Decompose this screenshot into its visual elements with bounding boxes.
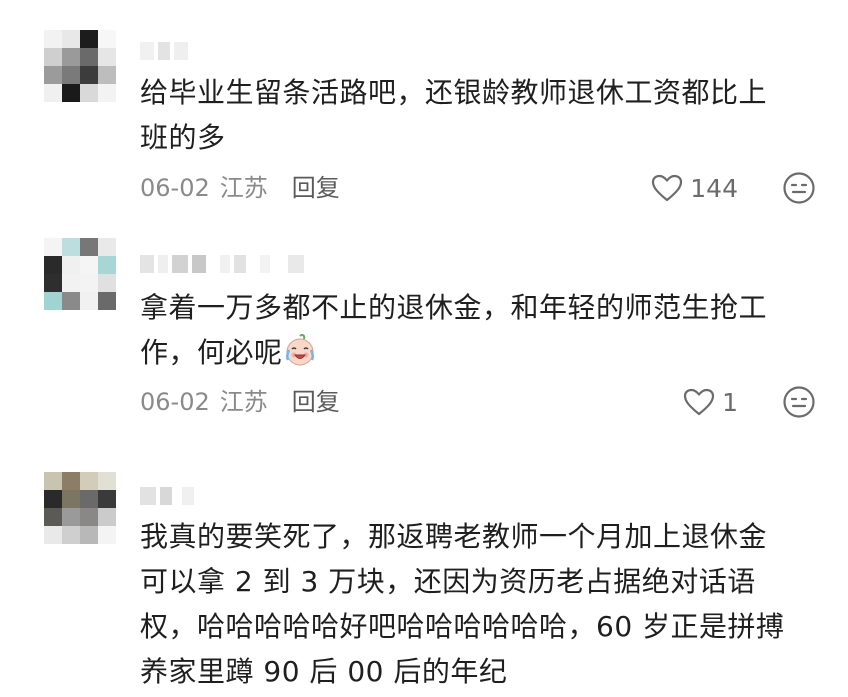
like-count: 144: [690, 173, 738, 203]
avatar[interactable]: [44, 238, 116, 310]
comment-text-line: 权，哈哈哈哈哈好吧哈哈哈哈哈哈，60 岁正是拼搏: [140, 610, 785, 643]
crying-laughing-emoji: [285, 334, 314, 366]
comment-date: 06-02: [140, 388, 210, 416]
comment-text-line: 我真的要笑死了，那返聘老教师一个月加上退休金: [140, 520, 768, 553]
comment-location: 江苏: [219, 174, 268, 202]
comment-text-line: 拿着一万多都不止的退休金，和年轻的师范生抢工: [140, 291, 768, 324]
emoji-face-icon[interactable]: [782, 385, 816, 419]
comment-text-line: 作，何必呢: [140, 330, 820, 375]
comment-text-line: 养家里蹲 90 后 00 后的年纪: [140, 655, 508, 688]
comment-text: 给毕业生留条活路吧，还银龄教师退休工资都比上 班的多: [140, 70, 820, 160]
avatar[interactable]: [44, 30, 116, 102]
reply-button[interactable]: 回复: [292, 171, 340, 205]
comment-date: 06-02: [140, 174, 210, 202]
comment-text: 拿着一万多都不止的退休金，和年轻的师范生抢工 作，何必呢: [140, 285, 820, 375]
comment-text: 我真的要笑死了，那返聘老教师一个月加上退休金 可以拿 2 到 3 万块，还因为资…: [140, 514, 820, 694]
username[interactable]: [140, 485, 194, 507]
comment-text-line: 可以拿 2 到 3 万块，还因为资历老占据绝对话语: [140, 565, 756, 598]
emoji-face-icon[interactable]: [782, 171, 816, 205]
comment-location: 江苏: [219, 388, 268, 416]
comment-meta: 06-02 江苏 回复: [140, 385, 340, 419]
reply-button[interactable]: 回复: [292, 385, 340, 419]
like-button[interactable]: 144: [650, 171, 738, 205]
like-button[interactable]: 1: [682, 385, 738, 419]
avatar[interactable]: [44, 472, 116, 544]
username[interactable]: [140, 40, 188, 62]
comment-text-line: 给毕业生留条活路吧，还银龄教师退休工资都比上: [140, 76, 768, 109]
heart-outline-icon: [652, 174, 683, 202]
comment-text-line: 班的多: [140, 121, 226, 154]
heart-outline-icon: [683, 388, 715, 416]
comment-meta: 06-02 江苏 回复: [140, 171, 340, 205]
comment-list: 给毕业生留条活路吧，还银龄教师退休工资都比上 班的多 06-02 江苏 回复 1…: [0, 0, 848, 697]
username[interactable]: [140, 253, 304, 275]
like-count: 1: [722, 387, 738, 417]
